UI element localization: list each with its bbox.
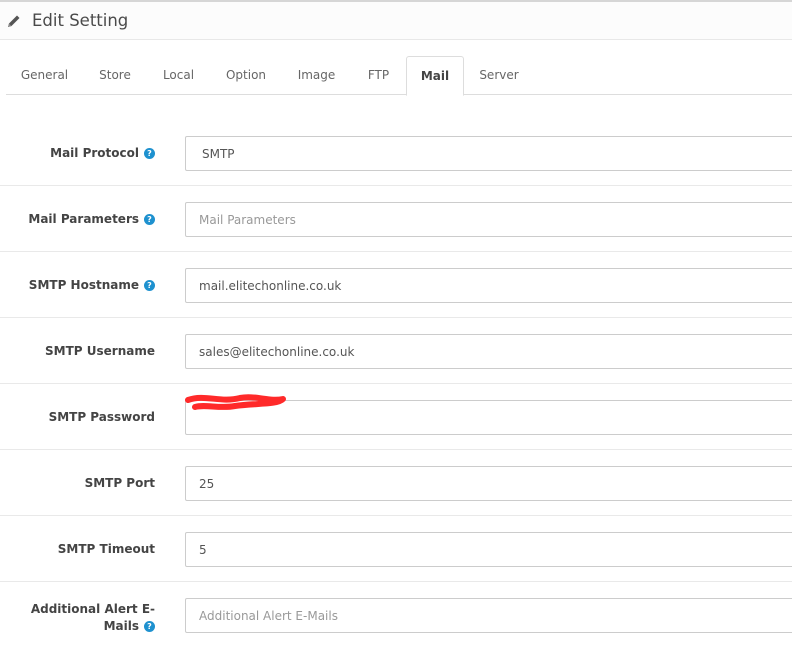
- question-icon[interactable]: ?: [144, 214, 155, 225]
- tab-store[interactable]: Store: [83, 56, 147, 95]
- smtp-username-label: SMTP Username: [45, 344, 155, 358]
- tab-server[interactable]: Server: [464, 56, 534, 95]
- form-row-smtp-timeout: SMTP Timeout: [0, 516, 792, 582]
- question-icon[interactable]: ?: [144, 280, 155, 291]
- tab-option[interactable]: Option: [210, 56, 282, 95]
- pencil-icon: [8, 15, 20, 27]
- smtp-port-label: SMTP Port: [84, 476, 155, 490]
- mail-protocol-select[interactable]: SMTP: [185, 136, 792, 171]
- smtp-timeout-input[interactable]: [185, 532, 792, 567]
- tab-local[interactable]: Local: [147, 56, 210, 95]
- tab-ftp[interactable]: FTP: [351, 56, 406, 95]
- tab-general[interactable]: General: [6, 56, 83, 95]
- form-row-smtp-username: SMTP Username: [0, 318, 792, 384]
- page-title: Edit Setting: [32, 11, 129, 30]
- additional-alert-emails-label: Additional Alert E-Mails?: [30, 602, 155, 633]
- question-icon[interactable]: ?: [144, 148, 155, 159]
- tab-image[interactable]: Image: [282, 56, 351, 95]
- smtp-hostname-input[interactable]: [185, 268, 792, 303]
- form-row-mail-protocol: Mail Protocol? SMTP: [0, 120, 792, 186]
- smtp-password-label: SMTP Password: [48, 410, 155, 424]
- form-row-mail-parameters: Mail Parameters?: [0, 186, 792, 252]
- settings-tabs: General Store Local Option Image FTP Mai…: [6, 56, 792, 96]
- tab-mail[interactable]: Mail: [406, 56, 464, 96]
- panel-heading: Edit Setting: [0, 0, 792, 40]
- form-row-smtp-password: SMTP Password: [0, 384, 792, 450]
- mail-parameters-label: Mail Parameters?: [28, 212, 155, 226]
- additional-alert-emails-input[interactable]: [185, 598, 792, 633]
- mail-parameters-input[interactable]: [185, 202, 792, 237]
- smtp-password-input[interactable]: [185, 400, 792, 435]
- smtp-timeout-label: SMTP Timeout: [57, 542, 155, 556]
- smtp-port-input[interactable]: [185, 466, 792, 501]
- mail-protocol-label: Mail Protocol?: [50, 146, 155, 160]
- form-row-smtp-port: SMTP Port: [0, 450, 792, 516]
- smtp-username-input[interactable]: [185, 334, 792, 369]
- smtp-hostname-label: SMTP Hostname?: [29, 278, 155, 292]
- question-icon[interactable]: ?: [144, 621, 155, 632]
- form-row-smtp-hostname: SMTP Hostname?: [0, 252, 792, 318]
- form-row-additional-alert-emails: Additional Alert E-Mails?: [0, 582, 792, 648]
